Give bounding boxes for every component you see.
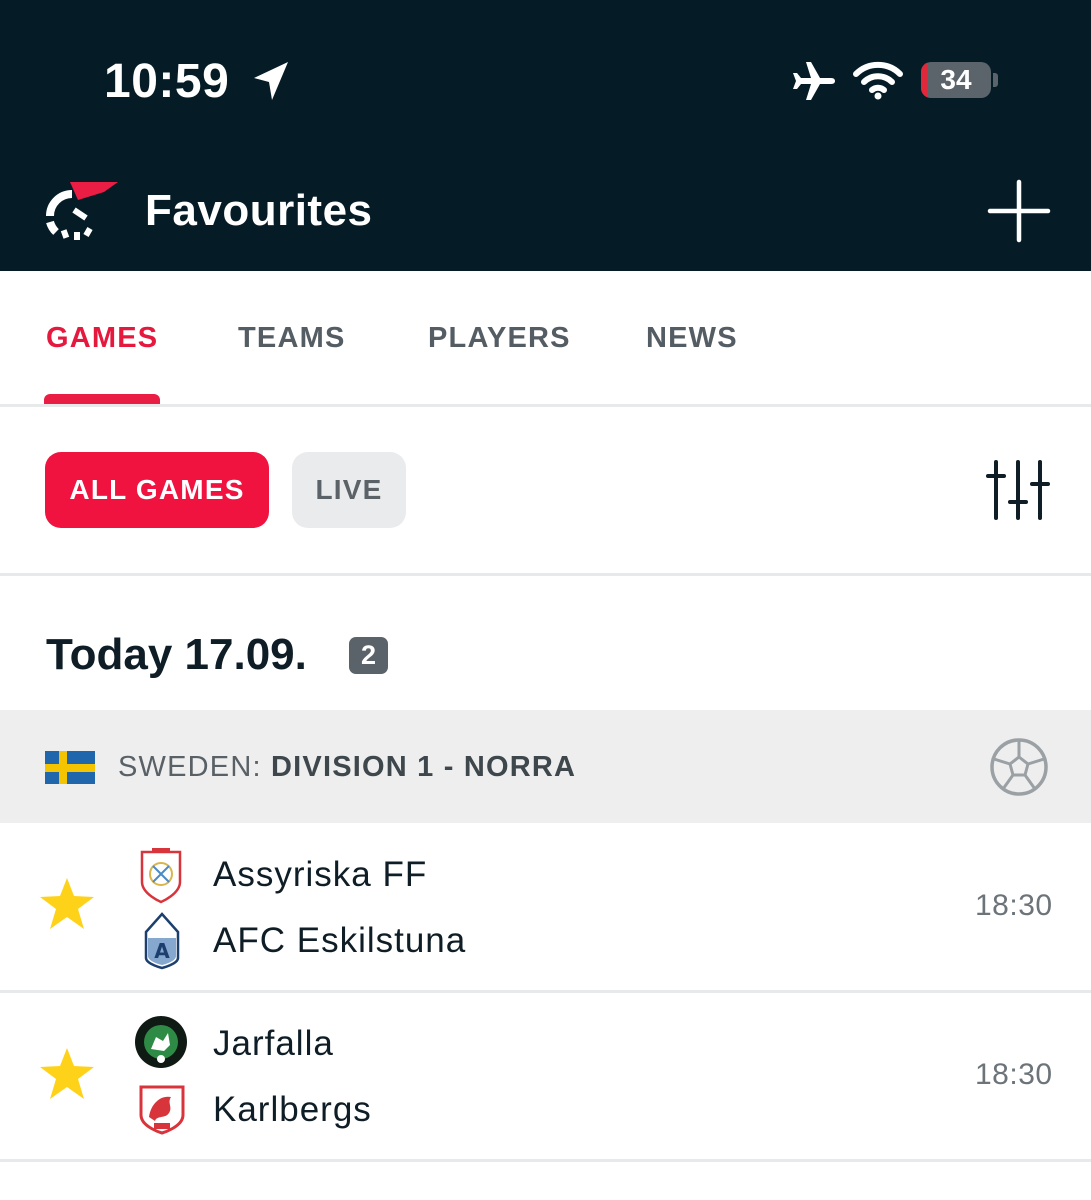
filters-divider	[0, 573, 1091, 576]
match-count-badge: 2	[349, 637, 388, 674]
afc-eskilstuna-crest-icon: A	[144, 912, 180, 970]
match-row[interactable]: Jarfalla Karlbergs 18:30	[0, 993, 1091, 1159]
app-logo-icon	[46, 182, 118, 240]
match-time: 18:30	[975, 1058, 1053, 1091]
app-header: 10:59 34 Favourites	[0, 0, 1091, 271]
jarfalla-crest-icon	[135, 1016, 187, 1068]
page-title: Favourites	[145, 186, 373, 235]
league-name: DIVISION 1 - NORRA	[271, 751, 577, 783]
tab-news[interactable]: NEWS	[646, 321, 738, 355]
tab-teams[interactable]: TEAMS	[238, 321, 346, 355]
league-country: SWEDEN:	[118, 751, 262, 783]
match-time: 18:30	[975, 889, 1053, 922]
match-row[interactable]: Assyriska FF A AFC Eskilstuna 18:30	[0, 824, 1091, 990]
battery-percentage: 34	[940, 64, 972, 95]
wifi-icon	[853, 61, 903, 100]
all-games-filter[interactable]: ALL GAMES	[45, 452, 269, 528]
home-team-name: Assyriska FF	[213, 855, 428, 894]
away-team-name: Karlbergs	[213, 1090, 372, 1129]
airplane-icon	[793, 62, 835, 100]
location-arrow-icon	[254, 62, 288, 100]
svg-text:A: A	[154, 939, 170, 963]
match-divider	[0, 1159, 1091, 1162]
sliders-icon[interactable]	[986, 460, 1050, 522]
battery-cap	[993, 73, 998, 87]
soccer-ball-icon	[990, 738, 1048, 796]
favourite-star-icon[interactable]	[38, 876, 96, 932]
karlbergs-crest-icon	[139, 1085, 185, 1135]
battery-indicator: 34	[921, 62, 991, 98]
tab-players[interactable]: PLAYERS	[428, 321, 571, 355]
away-team-name: AFC Eskilstuna	[213, 921, 467, 960]
tab-games[interactable]: GAMES	[46, 321, 158, 355]
date-heading: Today 17.09.	[46, 630, 307, 679]
tabs-divider	[0, 404, 1091, 407]
sweden-flag-icon	[45, 751, 95, 784]
league-header[interactable]: SWEDEN: DIVISION 1 - NORRA	[0, 710, 1091, 823]
favourite-star-icon[interactable]	[38, 1046, 96, 1102]
live-filter[interactable]: LIVE	[292, 452, 406, 528]
assyriska-crest-icon	[140, 848, 182, 904]
add-favourite-button[interactable]	[984, 176, 1054, 246]
home-team-name: Jarfalla	[213, 1024, 334, 1063]
status-time: 10:59	[104, 55, 230, 108]
tab-bar: GAMES TEAMS PLAYERS NEWS	[0, 271, 1091, 406]
